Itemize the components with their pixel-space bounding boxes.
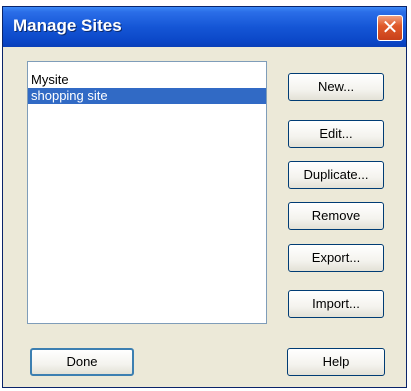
manage-sites-dialog: Manage Sites ✕ Mysite shopping site New.…: [2, 6, 407, 388]
done-button[interactable]: Done: [30, 348, 134, 376]
site-item-shopping-site[interactable]: shopping site: [28, 88, 266, 104]
help-button[interactable]: Help: [287, 348, 385, 376]
title-bar[interactable]: Manage Sites ✕: [3, 7, 406, 47]
edit-button[interactable]: Edit...: [288, 120, 384, 148]
close-icon: ✕: [381, 17, 399, 39]
new-button[interactable]: New...: [288, 73, 384, 101]
sites-listbox[interactable]: Mysite shopping site: [27, 61, 267, 324]
duplicate-button[interactable]: Duplicate...: [288, 161, 384, 189]
site-item-mysite[interactable]: Mysite: [28, 72, 266, 88]
remove-button[interactable]: Remove: [288, 202, 384, 230]
dialog-title: Manage Sites: [13, 16, 122, 35]
close-button[interactable]: ✕: [377, 15, 403, 41]
export-button[interactable]: Export...: [288, 244, 384, 272]
import-button[interactable]: Import...: [288, 290, 384, 318]
